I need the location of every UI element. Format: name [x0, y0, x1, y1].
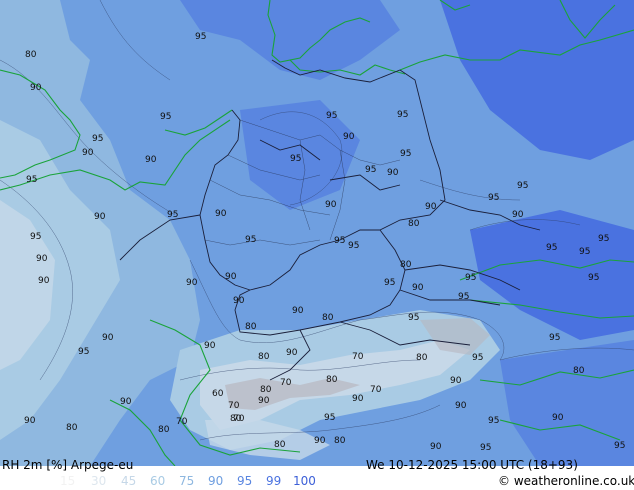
- contour-label: 95: [92, 134, 103, 144]
- contour-label: 80: [400, 260, 412, 270]
- contour-label: 90: [455, 401, 467, 411]
- contour-label: 80: [326, 375, 338, 385]
- contour-label: 90: [233, 296, 245, 306]
- contour-label: 80: [573, 366, 585, 376]
- legend-item-30: 30: [91, 474, 107, 488]
- legend-item-100: 100: [293, 474, 316, 488]
- contour-label: 95: [549, 333, 560, 343]
- contour-label: 95: [397, 110, 408, 120]
- contour-label: 80: [66, 423, 78, 433]
- contour-label: 90: [36, 254, 48, 264]
- contour-label: 95: [334, 236, 345, 246]
- contour-label: 95: [579, 247, 590, 257]
- contour-label: 90: [343, 132, 355, 142]
- legend-item-95: 95: [237, 474, 253, 488]
- contour-label: 90: [24, 416, 36, 426]
- contour-label: 70: [233, 414, 245, 424]
- valid-time: We 10-12-2025 15:00 UTC (18+93): [366, 458, 578, 472]
- contour-label: 80: [408, 219, 420, 229]
- contour-label: 95: [245, 235, 256, 245]
- contour-label: 95: [160, 112, 171, 122]
- contour-label: 95: [408, 313, 419, 323]
- contour-label: 70: [352, 352, 364, 362]
- contour-label: 95: [465, 273, 476, 283]
- contour-label: 80: [25, 50, 37, 60]
- contour-label: 95: [458, 292, 469, 302]
- contour-label: 90: [325, 200, 337, 210]
- contour-label: 90: [204, 341, 216, 351]
- contour-label: 95: [326, 111, 337, 121]
- contour-label: 90: [102, 333, 114, 343]
- contour-label: 95: [26, 175, 37, 185]
- contour-label: 90: [225, 272, 237, 282]
- contour-label: 90: [82, 148, 94, 158]
- credit-link[interactable]: © weatheronline.co.uk: [498, 474, 634, 488]
- contour-label: 90: [352, 394, 364, 404]
- contour-label: 90: [94, 212, 106, 222]
- contour-label: 90: [258, 396, 270, 406]
- contour-label: 95: [488, 416, 499, 426]
- contour-label: 95: [384, 278, 395, 288]
- contour-label: 70: [280, 378, 292, 388]
- contour-label: 80: [258, 352, 270, 362]
- contour-label: 90: [387, 168, 399, 178]
- contour-label: 80: [416, 353, 428, 363]
- contour-label: 90: [450, 376, 462, 386]
- contour-label: 90: [38, 276, 50, 286]
- contour-label: 70: [228, 401, 240, 411]
- contour-label: 95: [480, 443, 491, 453]
- contour-label: 95: [598, 234, 609, 244]
- contour-label: 95: [167, 210, 178, 220]
- legend-item-45: 45: [121, 474, 137, 488]
- contour-label: 90: [314, 436, 326, 446]
- contour-label: 95: [472, 353, 483, 363]
- contour-label: 95: [614, 441, 625, 451]
- contour-label: 95: [30, 232, 41, 242]
- contour-label: 95: [546, 243, 557, 253]
- contour-label: 80: [245, 322, 257, 332]
- contour-label: 90: [425, 202, 437, 212]
- map-title: RH 2m [%] Arpege-eu: [2, 458, 134, 472]
- legend-item-99: 99: [266, 474, 282, 488]
- legend-item-15: 15: [60, 474, 76, 488]
- contour-label: 95: [488, 193, 499, 203]
- contour-label: 95: [517, 181, 528, 191]
- contour-label: 95: [588, 273, 599, 283]
- contour-label: 90: [292, 306, 304, 316]
- contour-label: 70: [370, 385, 382, 395]
- contour-label: 90: [430, 442, 442, 452]
- contour-label: 90: [412, 283, 424, 293]
- contour-label: 70: [176, 417, 188, 427]
- legend-item-90: 90: [208, 474, 224, 488]
- contour-label: 80: [322, 313, 334, 323]
- contour-label: 90: [552, 413, 564, 423]
- contour-label: 95: [348, 241, 359, 251]
- contour-label: 95: [290, 154, 301, 164]
- contour-label: 60: [212, 389, 224, 399]
- contour-label: 95: [195, 32, 206, 42]
- contour-label: 80: [334, 436, 346, 446]
- contour-label: 90: [30, 83, 42, 93]
- contour-label: 90: [145, 155, 157, 165]
- contour-label: 80: [274, 440, 286, 450]
- contour-label: 90: [120, 397, 132, 407]
- contour-label: 90: [186, 278, 198, 288]
- contour-label: 90: [215, 209, 227, 219]
- contour-label: 90: [286, 348, 298, 358]
- rh-map: 95 80 90 95 95 90 90 95 95 90 95 90 90 9…: [0, 0, 634, 466]
- contour-label: 80: [158, 425, 170, 435]
- contour-label: 95: [324, 413, 335, 423]
- contour-label: 95: [78, 347, 89, 357]
- contour-label: 90: [512, 210, 524, 220]
- contour-label: 95: [400, 149, 411, 159]
- contour-label: 80: [260, 385, 272, 395]
- legend-item-60: 60: [150, 474, 166, 488]
- legend-item-75: 75: [179, 474, 195, 488]
- contour-label: 95: [365, 165, 376, 175]
